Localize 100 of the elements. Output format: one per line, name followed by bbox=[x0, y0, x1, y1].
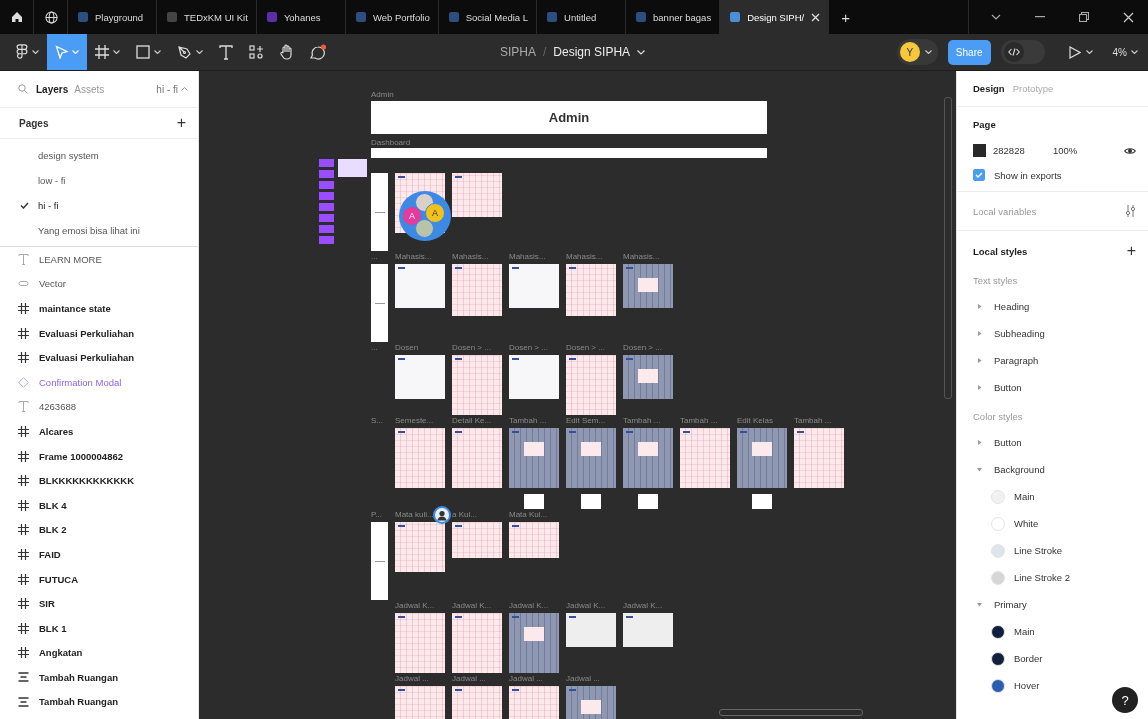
chevron-down-icon[interactable] bbox=[924, 50, 932, 54]
zoom-menu[interactable]: 4% bbox=[1112, 46, 1138, 58]
chevron-down-icon[interactable] bbox=[991, 14, 1001, 20]
screen-thumbnail[interactable] bbox=[395, 428, 445, 488]
layer-item[interactable]: BLKKKKKKKKKKKK bbox=[0, 468, 198, 493]
screen-thumbnail[interactable] bbox=[623, 613, 673, 647]
page-switcher[interactable]: hi - fi bbox=[156, 83, 188, 95]
screen-thumbnail[interactable] bbox=[509, 613, 559, 673]
screen-thumbnail[interactable] bbox=[452, 613, 502, 673]
screen-thumbnail[interactable] bbox=[794, 428, 844, 488]
screen-thumbnail[interactable] bbox=[395, 522, 445, 572]
layer-item[interactable]: Angkatan bbox=[0, 640, 198, 666]
project-name[interactable]: SIPHA bbox=[500, 45, 536, 59]
modal-thumbnail[interactable] bbox=[638, 494, 658, 509]
add-page-button[interactable]: + bbox=[176, 115, 186, 131]
restore-icon[interactable] bbox=[1079, 12, 1089, 22]
frame-label: Jadwal K... bbox=[566, 601, 606, 611]
close-icon[interactable] bbox=[811, 12, 821, 22]
style-group[interactable]: Primary bbox=[973, 591, 1136, 618]
color-hex-value[interactable]: 282828 bbox=[993, 145, 1053, 156]
screen-thumbnail[interactable] bbox=[452, 355, 502, 415]
new-tab-button[interactable]: + bbox=[829, 0, 862, 34]
screen-thumbnail[interactable] bbox=[623, 264, 673, 308]
style-group[interactable]: Heading bbox=[973, 293, 1136, 320]
color-style-item[interactable]: Main bbox=[973, 618, 1136, 645]
style-group[interactable]: Subheading bbox=[973, 320, 1136, 347]
collaborator-avatars-overlay[interactable]: A A bbox=[399, 191, 451, 241]
layer-item[interactable]: Vector bbox=[0, 271, 198, 297]
layer-item[interactable]: SIR bbox=[0, 591, 198, 616]
layer-item[interactable]: LEARN MORE bbox=[0, 247, 198, 272]
screen-thumbnail[interactable] bbox=[623, 355, 673, 399]
screen-thumbnail[interactable] bbox=[737, 428, 787, 488]
style-group[interactable]: Button bbox=[973, 429, 1136, 456]
screen-thumbnail[interactable] bbox=[566, 428, 616, 488]
color-style-item[interactable]: Border bbox=[973, 645, 1136, 672]
minimize-icon[interactable] bbox=[1035, 16, 1045, 18]
checkbox[interactable] bbox=[973, 169, 985, 181]
style-group[interactable]: Paragraph bbox=[973, 347, 1136, 374]
color-swatch[interactable] bbox=[973, 144, 986, 157]
screen-thumbnail[interactable] bbox=[566, 355, 616, 415]
style-group[interactable]: Button bbox=[973, 374, 1136, 401]
page-item[interactable]: design system bbox=[0, 143, 198, 168]
horizontal-scrollbar[interactable] bbox=[719, 709, 863, 716]
user-avatar[interactable]: Y bbox=[899, 42, 920, 62]
color-style-item[interactable]: Line Stroke 2 bbox=[973, 564, 1136, 591]
layer-item[interactable]: FAID bbox=[0, 542, 198, 567]
color-style-item[interactable]: Line Stroke bbox=[973, 537, 1136, 564]
eye-icon[interactable] bbox=[1124, 146, 1136, 155]
file-tab[interactable]: Design SIPH/ bbox=[720, 0, 830, 34]
avatar-icon[interactable] bbox=[433, 506, 451, 524]
sliders-icon[interactable] bbox=[1125, 205, 1136, 217]
add-style-button[interactable]: + bbox=[1126, 243, 1136, 259]
layer-item[interactable]: BLK 1 bbox=[0, 615, 198, 641]
screen-thumbnail[interactable] bbox=[509, 264, 559, 308]
screen-thumbnail[interactable] bbox=[566, 613, 616, 647]
screen-thumbnail[interactable] bbox=[509, 428, 559, 488]
help-button[interactable]: ? bbox=[1112, 687, 1138, 713]
layer-item[interactable]: 4263688 bbox=[0, 394, 198, 420]
color-style-item[interactable]: Main bbox=[973, 483, 1136, 510]
layer-item[interactable]: maintance state bbox=[0, 296, 198, 321]
screen-thumbnail[interactable] bbox=[395, 264, 445, 308]
screen-thumbnail[interactable] bbox=[509, 522, 559, 558]
color-style-item[interactable]: White bbox=[973, 510, 1136, 537]
page-item[interactable]: Yang emosi bisa lihat ini bbox=[0, 218, 198, 243]
page-item[interactable]: low - fi bbox=[0, 168, 198, 193]
screen-thumbnail[interactable] bbox=[680, 428, 730, 488]
present-button[interactable] bbox=[1068, 45, 1093, 59]
search-icon[interactable] bbox=[18, 84, 28, 94]
panel-tab[interactable]: Layers bbox=[36, 83, 69, 95]
layer-item[interactable]: BLK 4 bbox=[0, 492, 198, 518]
layer-item[interactable]: BLK 2 bbox=[0, 517, 198, 543]
dev-mode-toggle[interactable] bbox=[1000, 40, 1045, 64]
page-item[interactable]: hi - fi bbox=[0, 193, 198, 218]
style-group[interactable]: Background bbox=[973, 456, 1136, 483]
modal-thumbnail[interactable] bbox=[524, 494, 544, 509]
opacity-value[interactable]: 100% bbox=[1053, 145, 1124, 156]
panel-tab[interactable]: Design bbox=[973, 83, 1005, 94]
screen-thumbnail[interactable] bbox=[452, 522, 502, 558]
screen-thumbnail[interactable] bbox=[452, 264, 502, 316]
modal-thumbnail[interactable] bbox=[581, 494, 601, 509]
screen-thumbnail[interactable] bbox=[452, 173, 502, 217]
screen-thumbnail[interactable] bbox=[566, 264, 616, 316]
layer-item[interactable]: Alcares bbox=[0, 419, 198, 444]
screen-thumbnail[interactable] bbox=[509, 355, 559, 399]
screen-thumbnail[interactable] bbox=[395, 613, 445, 673]
layer-item[interactable]: Confirmation Modal bbox=[0, 369, 198, 395]
screen-thumbnail[interactable] bbox=[452, 428, 502, 488]
close-icon[interactable] bbox=[1123, 11, 1134, 23]
layer-item[interactable]: FUTUCA bbox=[0, 566, 198, 592]
layer-item[interactable]: Evaluasi Perkuliahan bbox=[0, 320, 198, 346]
header-frame[interactable]: Admin bbox=[371, 101, 767, 134]
screen-thumbnail[interactable] bbox=[623, 428, 673, 488]
modal-thumbnail[interactable] bbox=[752, 494, 772, 509]
vertical-scrollbar[interactable] bbox=[944, 97, 952, 399]
file-name[interactable]: Design SIPHA bbox=[553, 45, 631, 59]
layer-item[interactable]: Frame 1000004862 bbox=[0, 443, 198, 469]
layer-item[interactable]: Tambah Ruangan bbox=[0, 689, 198, 715]
screen-thumbnail[interactable] bbox=[395, 355, 445, 399]
layer-item[interactable]: Tambah Ruangan bbox=[0, 665, 198, 690]
layer-item[interactable]: Evaluasi Perkuliahan bbox=[0, 345, 198, 370]
